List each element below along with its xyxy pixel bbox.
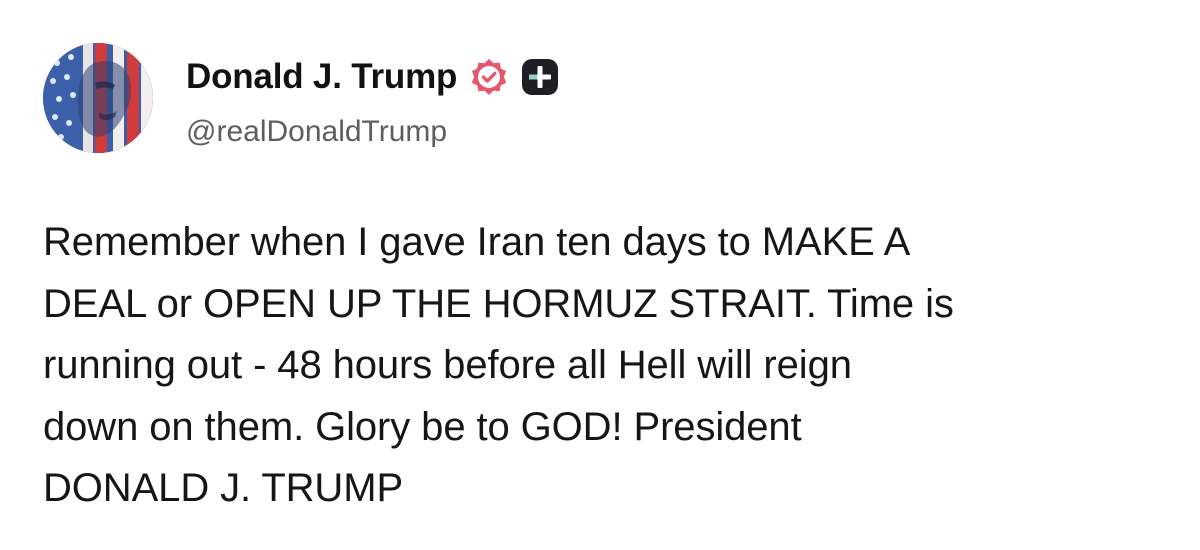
plus-badge-icon [522, 59, 559, 95]
verified-badge-icon [472, 59, 507, 95]
post-text: Remember when I gave Iran ten days to MA… [43, 212, 1153, 520]
post-text-line: Remember when I gave Iran ten days to MA… [43, 220, 911, 264]
american-flag-portrait-avatar-icon [43, 43, 153, 153]
author-handle[interactable]: @realDonaldTrump [186, 113, 447, 151]
post-text-line: DEAL or OPEN UP THE HORMUZ STRAIT. Time … [43, 281, 954, 326]
post-text-line: DONALD J. TRUMP [43, 466, 404, 510]
author-header: Donald J. Trump [186, 55, 559, 99]
post-text-line: running out - 48 hours before all Hell w… [43, 343, 852, 387]
author-name[interactable]: Donald J. Trump [186, 55, 457, 99]
post-card: Donald J. Trump @realDonaldTrump Remembe… [0, 0, 1200, 550]
avatar[interactable] [43, 43, 153, 153]
post-text-line: down on them. Glory be to GOD! President [43, 404, 802, 449]
